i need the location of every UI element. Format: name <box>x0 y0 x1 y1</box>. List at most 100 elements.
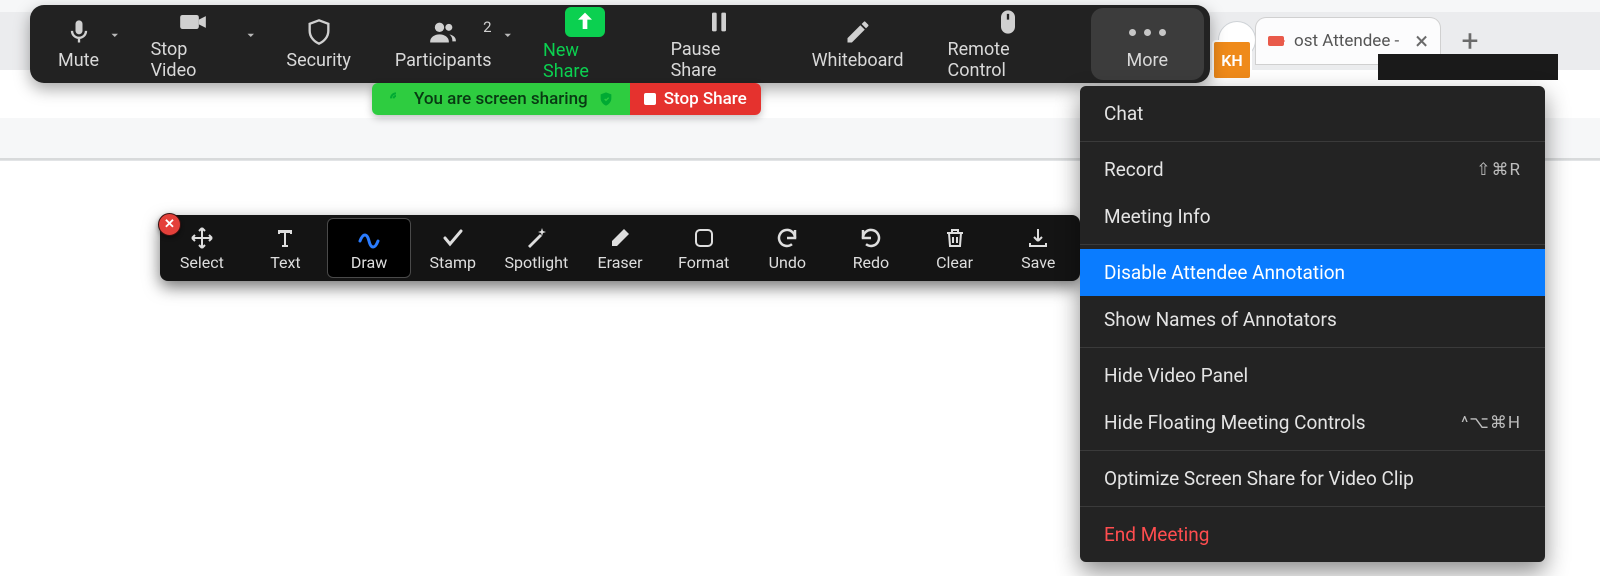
menu-item-hide-floating-controls[interactable]: Hide Floating Meeting Controls ^⌥⌘H <box>1080 399 1545 446</box>
select-label: Select <box>180 253 224 272</box>
more-menu: Chat Record ⇧⌘R Meeting Info Disable Att… <box>1080 86 1545 562</box>
text-icon <box>268 225 302 251</box>
menu-separator <box>1080 506 1545 507</box>
redo-button[interactable]: Redo <box>829 218 913 278</box>
menu-label: Show Names of Annotators <box>1104 308 1337 331</box>
text-label: Text <box>270 253 300 272</box>
menu-separator <box>1080 347 1545 348</box>
menu-separator <box>1080 450 1545 451</box>
menu-item-hide-video-panel[interactable]: Hide Video Panel <box>1080 352 1545 399</box>
annotation-toolbar: ✕ Select Text Draw Stamp Spotlight <box>160 215 1080 281</box>
menu-item-record[interactable]: Record ⇧⌘R <box>1080 146 1545 193</box>
participants-button[interactable]: Participants 2 <box>373 8 514 80</box>
remote-control-button[interactable]: Remote Control <box>926 8 1091 80</box>
clear-label: Clear <box>936 253 973 272</box>
menu-label: Meeting Info <box>1104 205 1211 228</box>
new-share-label: New Share <box>543 40 627 82</box>
spotlight-label: Spotlight <box>505 253 569 272</box>
menu-label: Hide Floating Meeting Controls <box>1104 411 1366 434</box>
undo-label: Undo <box>769 253 806 272</box>
menu-label: Disable Attendee Annotation <box>1104 261 1345 284</box>
stamp-tool[interactable]: Stamp <box>411 218 495 278</box>
pause-icon <box>699 8 739 36</box>
mouse-icon <box>988 8 1028 36</box>
mute-button[interactable]: Mute <box>36 8 121 80</box>
menu-item-disable-attendee-annotation[interactable]: Disable Attendee Annotation <box>1080 249 1545 296</box>
save-button[interactable]: Save <box>996 218 1080 278</box>
draw-tool[interactable]: Draw <box>327 218 411 278</box>
meeting-toolbar: Mute Stop Video Security Participants 2 … <box>30 5 1210 83</box>
menu-label: Hide Video Panel <box>1104 364 1248 387</box>
format-icon <box>687 225 721 251</box>
security-button[interactable]: Security <box>264 8 372 80</box>
menu-item-show-annotator-names[interactable]: Show Names of Annotators <box>1080 296 1545 343</box>
menu-item-end-meeting[interactable]: End Meeting <box>1080 511 1545 558</box>
more-label: More <box>1127 50 1168 71</box>
menu-label: End Meeting <box>1104 523 1209 546</box>
undo-icon <box>770 225 804 251</box>
microphone-icon <box>59 17 99 47</box>
participants-count: 2 <box>483 18 491 36</box>
undo-button[interactable]: Undo <box>745 218 829 278</box>
menu-shortcut: ^⌥⌘H <box>1461 413 1521 433</box>
menu-separator <box>1080 141 1545 142</box>
more-icon <box>1127 17 1167 47</box>
stamp-label: Stamp <box>430 253 476 272</box>
select-tool[interactable]: Select <box>160 218 244 278</box>
draw-label: Draw <box>351 253 387 272</box>
stop-share-button[interactable]: Stop Share <box>630 83 761 115</box>
screen-sharing-text: You are screen sharing <box>414 89 588 109</box>
share-screen-icon <box>565 7 605 37</box>
menu-label: Record <box>1104 158 1164 181</box>
eraser-icon <box>603 225 637 251</box>
menu-item-chat[interactable]: Chat <box>1080 90 1545 137</box>
mute-label: Mute <box>58 50 99 71</box>
spotlight-tool[interactable]: Spotlight <box>495 218 579 278</box>
format-tool[interactable]: Format <box>662 218 746 278</box>
pause-share-button[interactable]: Pause Share <box>649 8 790 80</box>
text-tool[interactable]: Text <box>244 218 328 278</box>
eraser-label: Eraser <box>597 253 642 272</box>
stop-video-label: Stop Video <box>151 39 235 81</box>
menu-separator <box>1080 244 1545 245</box>
pencil-icon <box>838 17 878 47</box>
menu-label: Chat <box>1104 102 1143 125</box>
close-icon[interactable]: × <box>1415 27 1428 55</box>
new-share-button[interactable]: New Share <box>521 8 649 80</box>
avatar: KH <box>1212 40 1252 80</box>
draw-icon <box>352 225 386 251</box>
security-label: Security <box>286 50 350 71</box>
pause-share-label: Pause Share <box>671 39 768 81</box>
menu-shortcut: ⇧⌘R <box>1476 160 1521 180</box>
trash-icon <box>938 225 972 251</box>
stop-share-label: Stop Share <box>664 89 747 109</box>
menu-item-meeting-info[interactable]: Meeting Info <box>1080 193 1545 240</box>
broadcast-icon <box>388 91 404 107</box>
stop-video-button[interactable]: Stop Video <box>129 8 257 80</box>
remote-control-label: Remote Control <box>948 39 1069 81</box>
save-label: Save <box>1021 253 1055 272</box>
redo-icon <box>854 225 888 251</box>
new-tab-button[interactable]: + <box>1455 26 1485 56</box>
clear-button[interactable]: Clear <box>913 218 997 278</box>
screen-sharing-bar: You are screen sharing Stop Share <box>372 83 761 115</box>
screen-sharing-status[interactable]: You are screen sharing <box>372 83 630 115</box>
download-icon <box>1021 225 1055 251</box>
check-icon <box>436 225 470 251</box>
tab-title: ost Attendee - <box>1294 31 1399 51</box>
eraser-tool[interactable]: Eraser <box>578 218 662 278</box>
participants-label: Participants <box>395 50 492 71</box>
whiteboard-button[interactable]: Whiteboard <box>790 8 926 80</box>
whiteboard-label: Whiteboard <box>812 50 904 71</box>
wand-icon <box>519 225 553 251</box>
redo-label: Redo <box>853 253 890 272</box>
more-button[interactable]: More <box>1091 8 1204 80</box>
participants-icon <box>423 17 463 47</box>
menu-item-optimize-video-clip[interactable]: Optimize Screen Share for Video Clip <box>1080 455 1545 502</box>
video-thumbnail <box>1378 54 1558 80</box>
format-label: Format <box>678 253 729 272</box>
shield-icon <box>299 17 339 47</box>
video-icon <box>173 8 213 36</box>
shield-check-icon <box>598 91 614 107</box>
menu-label: Optimize Screen Share for Video Clip <box>1104 467 1414 490</box>
